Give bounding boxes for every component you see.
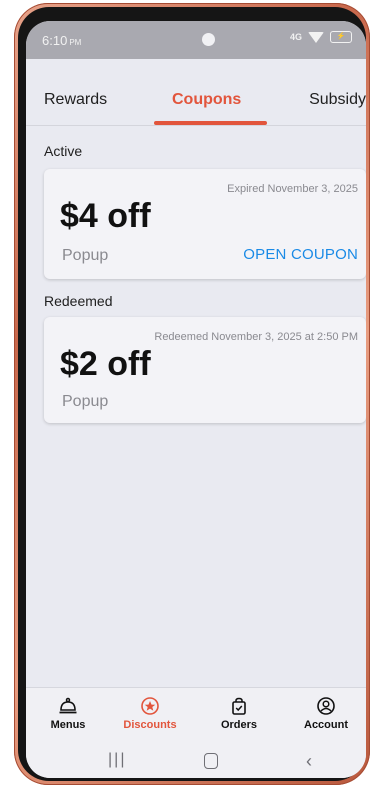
star-badge-icon xyxy=(110,696,190,716)
coupon-source: Popup xyxy=(62,247,109,264)
network-icon: 4G xyxy=(289,32,302,42)
coupon-source: Popup xyxy=(62,393,109,410)
front-camera xyxy=(202,33,215,46)
tab-coupons[interactable]: Coupons xyxy=(172,91,241,109)
nav-orders[interactable]: Orders xyxy=(199,696,279,731)
status-icons: 4G ⚡ xyxy=(290,31,352,43)
bottom-navigation: Menus Discounts Orders Account xyxy=(26,687,366,746)
status-time: 6:10 PM xyxy=(42,33,82,48)
system-navigation-bar: ||| ‹ xyxy=(26,745,366,778)
tab-divider xyxy=(26,125,366,126)
recent-apps-button[interactable]: ||| xyxy=(108,751,126,769)
tab-bar: Rewards Coupons Subsidy xyxy=(26,59,366,123)
nav-label: Orders xyxy=(220,719,258,731)
coupon-card-redeemed[interactable]: Redeemed November 3, 2025 at 2:50 PM $2 … xyxy=(44,317,366,423)
status-bar: 6:10 PM 4G ⚡ xyxy=(26,21,366,59)
cloche-icon xyxy=(28,696,108,716)
coupon-expiry: Expired November 3, 2025 xyxy=(227,183,358,195)
phone-frame: 6:10 PM 4G ⚡ Rewards Coupons Subsidy Acti… xyxy=(14,3,370,785)
phone-bezel: 6:10 PM 4G ⚡ Rewards Coupons Subsidy Acti… xyxy=(18,7,366,781)
back-button[interactable]: ‹ xyxy=(306,751,312,772)
nav-discounts[interactable]: Discounts xyxy=(110,696,190,731)
nav-menus[interactable]: Menus xyxy=(28,696,108,731)
coupon-redeemed-date: Redeemed November 3, 2025 at 2:50 PM xyxy=(154,331,358,343)
wifi-icon xyxy=(308,31,324,43)
tab-subsidy[interactable]: Subsidy xyxy=(309,91,366,109)
tab-rewards[interactable]: Rewards xyxy=(44,91,107,109)
nav-label: Account xyxy=(304,719,348,731)
coupon-card-active[interactable]: Expired November 3, 2025 $4 off Popup OP… xyxy=(44,169,366,279)
app-screen: 6:10 PM 4G ⚡ Rewards Coupons Subsidy Acti… xyxy=(26,21,366,778)
nav-account[interactable]: Account xyxy=(286,696,366,731)
section-label-active: Active xyxy=(44,143,83,159)
nav-label: Menus xyxy=(50,719,86,731)
home-button[interactable] xyxy=(204,753,218,769)
account-icon xyxy=(286,696,366,716)
battery-icon: ⚡ xyxy=(330,31,352,43)
section-label-redeemed: Redeemed xyxy=(44,293,113,309)
coupon-amount: $4 off xyxy=(60,197,151,235)
nav-label: Discounts xyxy=(123,719,177,731)
open-coupon-button[interactable]: OPEN COUPON xyxy=(243,246,358,263)
coupon-amount: $2 off xyxy=(60,345,151,383)
shopping-bag-icon xyxy=(199,696,279,716)
